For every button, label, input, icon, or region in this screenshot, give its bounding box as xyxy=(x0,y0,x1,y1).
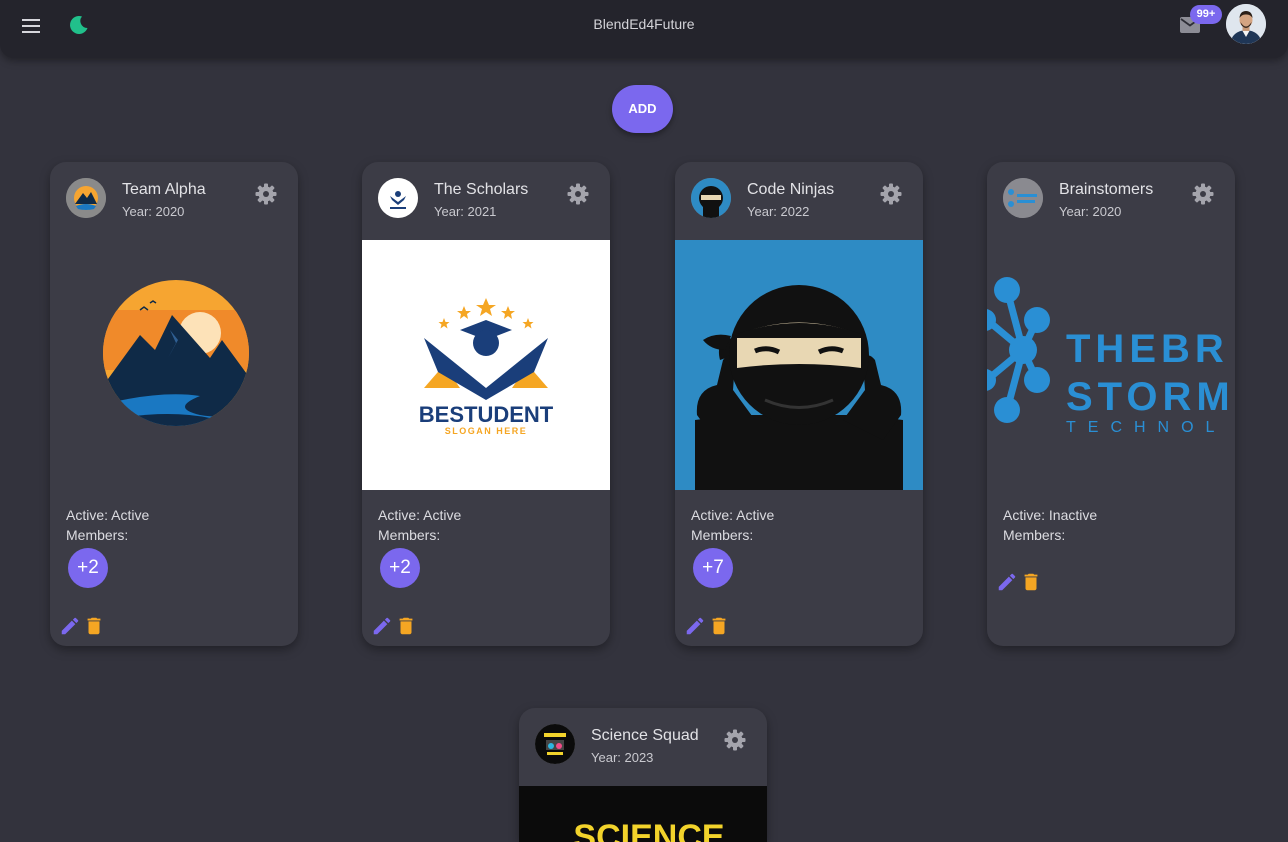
team-logo xyxy=(675,240,923,490)
gear-icon[interactable] xyxy=(1191,182,1215,206)
team-name: Science Squad xyxy=(591,727,699,744)
team-status: Active: Active xyxy=(66,507,150,523)
pencil-icon[interactable] xyxy=(996,571,1018,593)
team-card: The Scholars Year: 2021 BESTUDENT SLOGAN… xyxy=(362,162,610,646)
team-logo xyxy=(50,240,298,490)
team-card: Team Alpha Year: 2020 Active: Active Mem… xyxy=(50,162,298,646)
app-title: BlendEd4Future xyxy=(593,16,695,32)
members-count-chip[interactable]: +7 xyxy=(693,548,733,588)
gear-icon[interactable] xyxy=(879,182,903,206)
pencil-icon[interactable] xyxy=(371,615,393,637)
members-count-chip[interactable]: +2 xyxy=(380,548,420,588)
team-year: Year: 2020 xyxy=(1059,204,1122,219)
members-label: Members: xyxy=(691,527,754,543)
trash-icon[interactable] xyxy=(1020,571,1042,593)
members-label: Members: xyxy=(378,527,441,543)
team-card: Brainstomers Year: 2020 THEBR STORM TECH… xyxy=(987,162,1235,646)
team-avatar[interactable] xyxy=(691,178,731,218)
team-avatar[interactable] xyxy=(378,178,418,218)
profile-avatar[interactable] xyxy=(1226,4,1266,44)
team-logo: BESTUDENT SLOGAN HERE xyxy=(362,240,610,490)
team-card: Code Ninjas Year: 2022 Active: Active Me… xyxy=(675,162,923,646)
members-label: Members: xyxy=(1003,527,1066,543)
team-name: Code Ninjas xyxy=(747,181,835,198)
add-button[interactable]: ADD xyxy=(612,85,673,133)
team-avatar[interactable] xyxy=(66,178,106,218)
members-label: Members: xyxy=(66,527,129,543)
bestudent-slogan-text: SLOGAN HERE xyxy=(445,426,528,436)
team-name: Team Alpha xyxy=(122,181,206,198)
team-year: Year: 2022 xyxy=(747,204,810,219)
team-status: Active: Active xyxy=(378,507,462,523)
gear-icon[interactable] xyxy=(566,182,590,206)
science-logo-text: SCIENCE xyxy=(573,818,724,842)
team-year: Year: 2021 xyxy=(434,204,497,219)
team-avatar[interactable] xyxy=(1003,178,1043,218)
notification-badge: 99+ xyxy=(1190,5,1222,24)
team-avatar[interactable] xyxy=(535,724,575,764)
members-count-chip[interactable]: +2 xyxy=(68,548,108,588)
team-status: Active: Active xyxy=(691,507,775,523)
brainstormers-logo-line-2: STORM xyxy=(1066,375,1235,419)
pencil-icon[interactable] xyxy=(59,615,81,637)
team-logo: THEBR STORM TECHNOL xyxy=(987,240,1235,490)
app-bar: BlendEd4Future 99+ xyxy=(0,0,1288,58)
team-status: Active: Inactive xyxy=(1003,507,1098,523)
brainstormers-logo-line-1: THEBR xyxy=(1066,327,1229,371)
bestudent-logo-text: BESTUDENT xyxy=(419,402,554,427)
trash-icon[interactable] xyxy=(83,615,105,637)
team-card: Science Squad Year: 2023 SCIENCE xyxy=(519,708,767,842)
trash-icon[interactable] xyxy=(708,615,730,637)
team-logo: SCIENCE xyxy=(519,786,767,842)
trash-icon[interactable] xyxy=(395,615,417,637)
brainstormers-logo-line-3: TECHNOL xyxy=(1066,419,1226,436)
team-name: Brainstomers xyxy=(1059,181,1154,198)
team-year: Year: 2023 xyxy=(591,750,654,765)
gear-icon[interactable] xyxy=(254,182,278,206)
gear-icon[interactable] xyxy=(723,728,747,752)
pencil-icon[interactable] xyxy=(684,615,706,637)
team-year: Year: 2020 xyxy=(122,204,185,219)
team-name: The Scholars xyxy=(434,181,529,198)
